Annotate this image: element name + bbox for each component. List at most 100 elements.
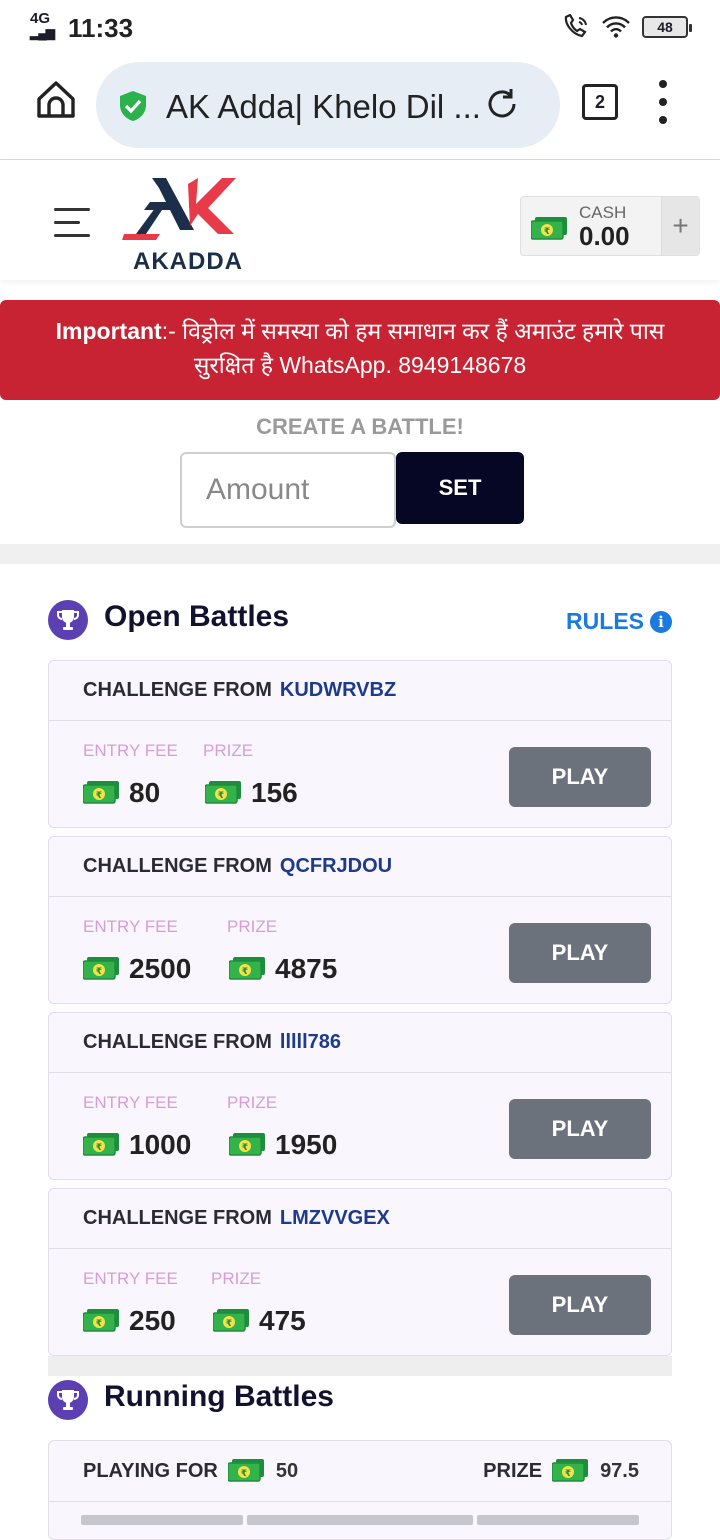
svg-text:₹: ₹	[241, 1469, 247, 1479]
svg-text:₹: ₹	[96, 967, 102, 977]
challenge-prefix: CHALLENGE FROM	[83, 855, 272, 877]
challenge-prefix: CHALLENGE FROM	[83, 1207, 272, 1229]
rupee-note-icon: ₹	[227, 1459, 264, 1482]
entry-fee-label: ENTRY FEE	[83, 1269, 178, 1288]
entry-fee-label: ENTRY FEE	[83, 741, 178, 760]
playing-for-label: PLAYING FOR	[83, 1459, 218, 1482]
play-button[interactable]: PLAY	[509, 1099, 651, 1159]
signal-icon: ▂▄▆	[30, 26, 55, 40]
important-alert: Important:- विड्रोल में समस्या को हम समा…	[0, 300, 720, 400]
alert-message: :- विड्रोल में समस्या को हम समाधान कर है…	[161, 318, 665, 378]
entry-fee-label: ENTRY FEE	[83, 917, 178, 936]
hamburger-menu-icon[interactable]	[54, 208, 90, 238]
challenge-prefix: CHALLENGE FROM	[83, 679, 272, 701]
trophy-icon	[48, 600, 88, 640]
prize: ₹ 156	[205, 777, 298, 809]
prize-value: 1950	[275, 1129, 338, 1160]
rupee-note-icon: ₹	[531, 217, 567, 240]
wifi-icon	[602, 16, 630, 38]
prize-label: PRIZE	[211, 1269, 262, 1288]
svg-text:₹: ₹	[96, 791, 102, 801]
prize-label: PRIZE	[203, 741, 254, 760]
challenge-header: CHALLENGE FROM QCFRJDOU	[49, 837, 671, 897]
rupee-note-icon: ₹	[229, 1133, 265, 1156]
svg-text:₹: ₹	[242, 1143, 248, 1153]
app-header: AKADDA ₹ CASH 0.00 +	[0, 160, 720, 280]
svg-text:₹: ₹	[96, 1319, 102, 1329]
entry-fee-value: 250	[129, 1305, 176, 1336]
battle-card: CHALLENGE FROM lllll786 ENTRY FEE PRIZE ₹…	[48, 1012, 672, 1180]
wallet-label: CASH	[579, 203, 627, 222]
url-text: AK Adda| Khelo Dil ...	[166, 88, 481, 125]
running-battles-header: Running Battles	[48, 1378, 672, 1422]
alert-prefix: Important	[55, 318, 162, 344]
playing-for: PLAYING FOR ₹ 50	[83, 1459, 298, 1483]
svg-text:₹: ₹	[218, 791, 224, 801]
wifi-calling-icon	[564, 14, 587, 38]
prize: ₹ 1950	[229, 1129, 337, 1161]
logo-text: AKADDA	[133, 248, 243, 275]
set-button[interactable]: SET	[396, 452, 524, 524]
section-divider	[0, 544, 720, 564]
rules-link[interactable]: RULES i	[566, 608, 672, 635]
address-bar[interactable]: AK Adda| Khelo Dil ...	[96, 62, 560, 148]
battery-icon: 48	[642, 16, 692, 38]
battle-card: CHALLENGE FROM QCFRJDOU ENTRY FEE PRIZE ₹…	[48, 836, 672, 1004]
rupee-note-icon: ₹	[552, 1459, 589, 1482]
player-bar	[477, 1515, 639, 1525]
challenger-name: QCFRJDOU	[279, 855, 393, 877]
logo-mark-icon	[122, 178, 236, 240]
prize-value: 156	[251, 777, 298, 808]
challenger-name: KUDWRVBZ	[279, 679, 397, 701]
rupee-note-icon: ₹	[213, 1309, 249, 1332]
open-battles-title: Open Battles	[104, 600, 290, 633]
amount-input[interactable]	[180, 452, 396, 528]
play-button[interactable]: PLAY	[509, 747, 651, 807]
challenge-prefix: CHALLENGE FROM	[83, 1031, 272, 1053]
entry-fee-value: 80	[129, 777, 161, 808]
reload-icon[interactable]	[484, 86, 520, 122]
entry-fee: ₹ 250	[83, 1305, 176, 1337]
network-type: 4G	[30, 10, 51, 27]
running-battle-card: PLAYING FOR ₹ 50 PRIZE ₹ 97.5	[48, 1440, 672, 1540]
trophy-icon	[48, 1380, 88, 1420]
entry-fee-label: ENTRY FEE	[83, 1093, 178, 1112]
status-icons: 48	[562, 14, 692, 40]
challenge-header: CHALLENGE FROM lllll786	[49, 1013, 671, 1073]
add-cash-button[interactable]: +	[661, 197, 699, 255]
create-battle-title: CREATE A BATTLE!	[256, 414, 464, 439]
prize-label: PRIZE	[227, 917, 278, 936]
card-divider	[49, 1501, 671, 1502]
tab-switcher-button[interactable]: 2	[582, 84, 618, 120]
entry-fee-value: 2500	[129, 953, 192, 984]
challenger-name: LMZVVGEX	[279, 1207, 390, 1229]
wallet-balance: 0.00	[579, 221, 630, 251]
running-battles-title: Running Battles	[104, 1380, 334, 1413]
info-icon: i	[650, 610, 672, 633]
running-prize-label: PRIZE	[483, 1459, 543, 1482]
play-button[interactable]: PLAY	[509, 1275, 651, 1335]
vs-bar	[247, 1515, 473, 1525]
entry-fee: ₹ 1000	[83, 1129, 191, 1161]
wallet-cash[interactable]: ₹ CASH 0.00 +	[520, 196, 700, 256]
prize: ₹ 4875	[229, 953, 337, 985]
list-end-strip	[48, 1356, 672, 1376]
rupee-note-icon: ₹	[229, 957, 265, 980]
battle-card: CHALLENGE FROM LMZVVGEX ENTRY FEE PRIZE ₹…	[48, 1188, 672, 1356]
browser-menu-icon[interactable]	[652, 80, 674, 124]
akadda-logo[interactable]: AKADDA	[122, 174, 254, 275]
network-indicator: 4G ▂▄▆	[30, 10, 56, 40]
svg-text:₹: ₹	[242, 967, 248, 977]
tab-count: 2	[594, 91, 605, 112]
svg-text:₹: ₹	[96, 1143, 102, 1153]
prize-value: 4875	[275, 953, 338, 984]
rupee-note-icon: ₹	[83, 781, 119, 804]
prize-label: PRIZE	[227, 1093, 278, 1112]
entry-fee: ₹ 2500	[83, 953, 191, 985]
play-button[interactable]: PLAY	[509, 923, 651, 983]
svg-text:₹: ₹	[565, 1469, 571, 1479]
browser-toolbar: AK Adda| Khelo Dil ... 2	[0, 56, 720, 160]
challenge-header: CHALLENGE FROM KUDWRVBZ	[49, 661, 671, 721]
battle-card: CHALLENGE FROM KUDWRVBZ ENTRY FEE PRIZE ₹…	[48, 660, 672, 828]
home-icon[interactable]	[34, 78, 78, 122]
